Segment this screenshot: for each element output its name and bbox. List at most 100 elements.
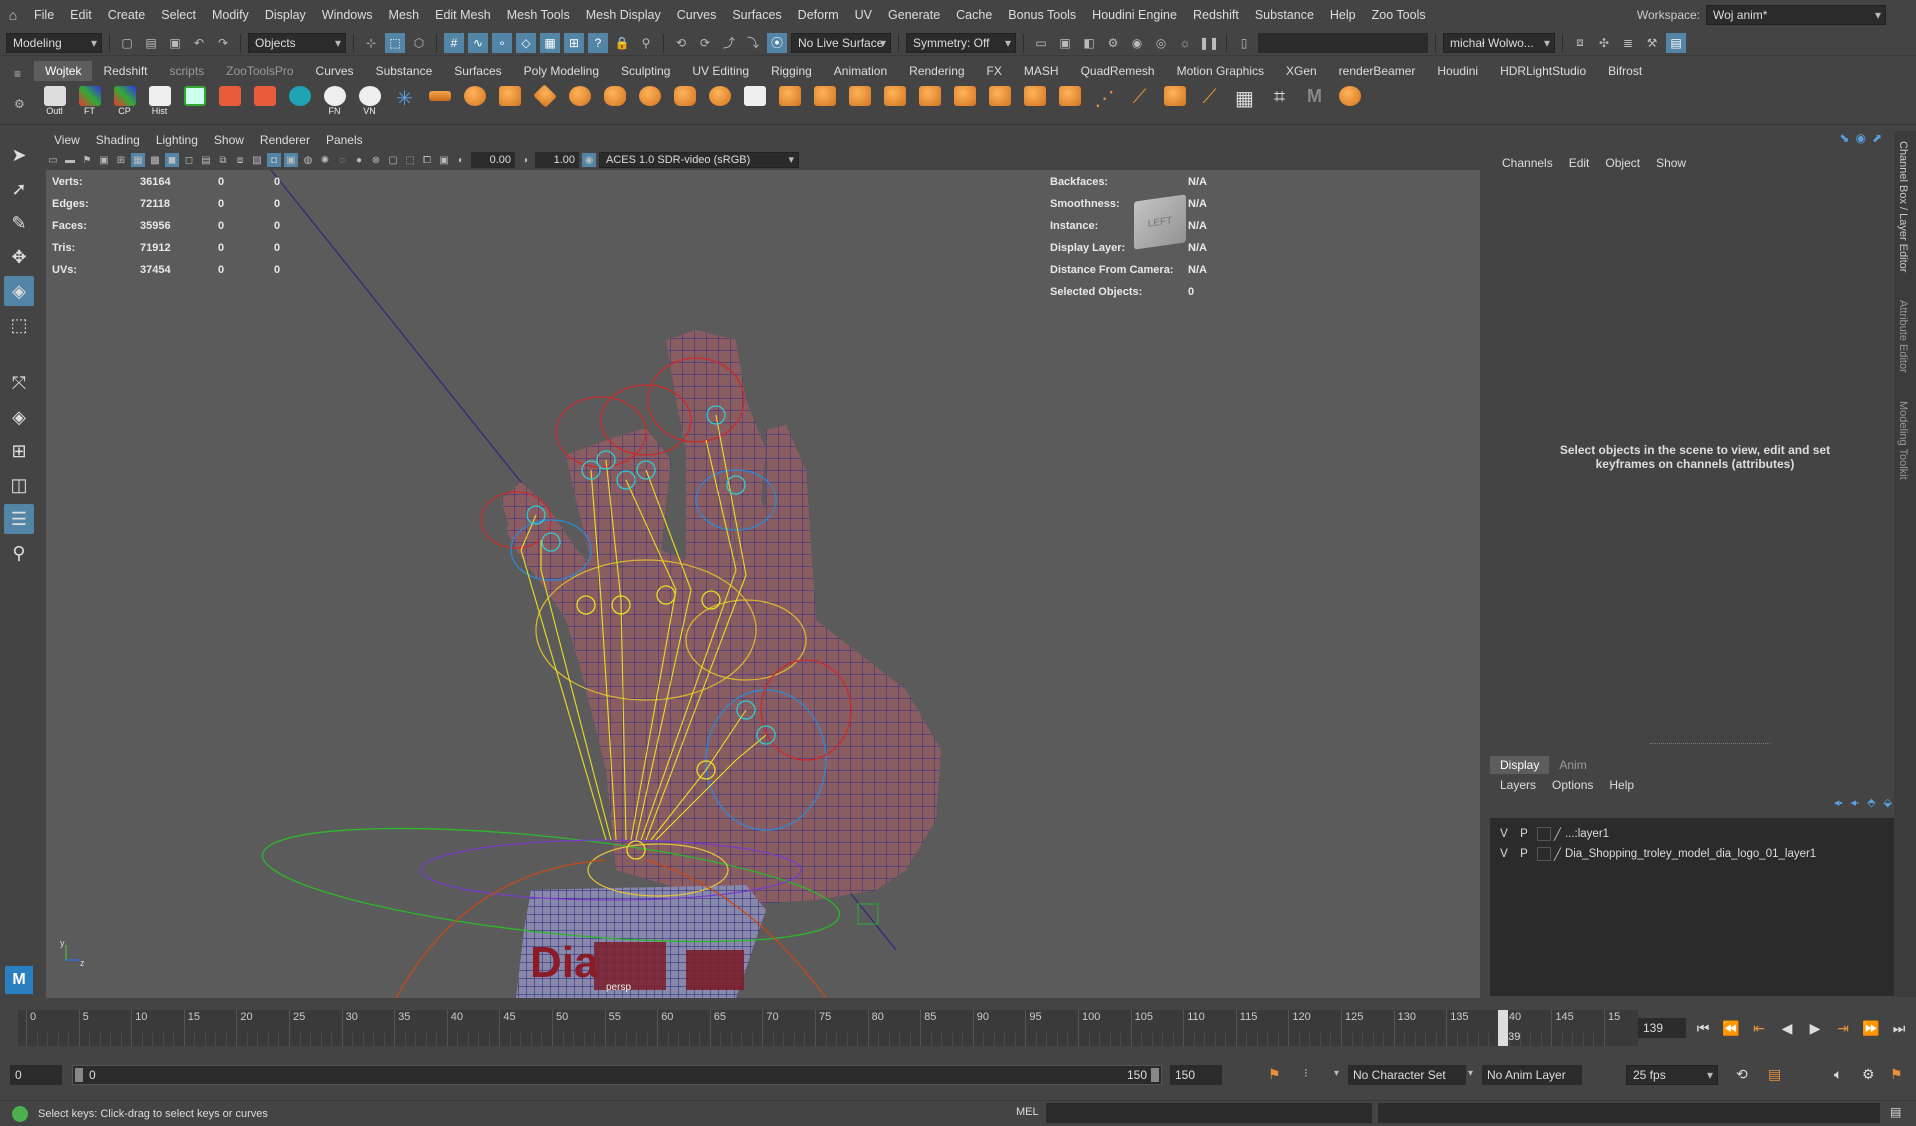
shelf-star-button[interactable]: ✳ — [390, 86, 419, 116]
render-settings-icon[interactable]: ⚙ — [1103, 33, 1123, 53]
shelf-bridge-button[interactable] — [1020, 86, 1049, 116]
attribute-panel-icon[interactable]: ≣ — [1618, 33, 1638, 53]
lights-icon[interactable]: ◻ — [182, 153, 196, 167]
single-perspective-icon[interactable]: ◈ — [4, 402, 34, 432]
sound-icon[interactable]: 🔈︎ — [1834, 1066, 1842, 1083]
snap-settings-icon[interactable]: ⚲ — [636, 33, 656, 53]
menu-houdini-engine[interactable]: Houdini Engine — [1084, 0, 1185, 30]
shelf-tab-rendering[interactable]: Rendering — [898, 61, 975, 81]
shelf-tab-sculpting[interactable]: Sculpting — [610, 61, 681, 81]
shelf-menu-icon[interactable]: ≡ — [14, 67, 21, 81]
fps-dropdown[interactable]: 25 fps — [1626, 1065, 1718, 1085]
transform-panel-icon[interactable]: ✣ — [1594, 33, 1614, 53]
ao-icon[interactable]: ◍ — [301, 153, 315, 167]
shelf-outliner-button[interactable]: Outl — [40, 86, 69, 116]
move-tool-icon[interactable]: ✥ — [4, 242, 34, 272]
snap-help-icon[interactable]: ? — [588, 32, 608, 53]
playback-options-icon[interactable]: ⚑ — [1890, 1066, 1903, 1083]
live-surface-field[interactable]: No Live Surface — [791, 32, 891, 53]
shelf-mirror-button[interactable] — [1055, 86, 1084, 116]
new-scene-icon[interactable]: ▢ — [117, 33, 137, 53]
make-live-icon[interactable]: ⦿ — [767, 32, 787, 53]
layer-menu-options[interactable]: Options — [1544, 774, 1601, 796]
layer-name[interactable]: ...:layer1 — [1565, 828, 1609, 840]
menu-windows[interactable]: Windows — [314, 0, 381, 30]
redo-icon[interactable]: ↷ — [213, 33, 233, 53]
shelf-settings-icon[interactable]: ⚙ — [14, 97, 25, 111]
menu-select[interactable]: Select — [153, 0, 204, 30]
safe-action-icon[interactable]: ▣ — [437, 153, 451, 167]
next-key-icon[interactable]: ⇥ — [1832, 1020, 1854, 1037]
shelf-diamond-button[interactable] — [530, 84, 559, 116]
menu-modify[interactable]: Modify — [204, 0, 257, 30]
menu-generate[interactable]: Generate — [880, 0, 948, 30]
auto-key-icon[interactable]: ⚑ — [1268, 1066, 1281, 1083]
xray-joints-icon[interactable]: ▧ — [250, 153, 264, 167]
shelf-tab-hdrlightstudio[interactable]: HDRLightStudio — [1489, 61, 1597, 81]
gamma-field[interactable]: 1.00 — [535, 152, 579, 168]
menu-mesh-display[interactable]: Mesh Display — [578, 0, 669, 30]
menu-surfaces[interactable]: Surfaces — [724, 0, 789, 30]
dof-icon[interactable]: ◌ — [335, 153, 349, 167]
tab-anim[interactable]: Anim — [1549, 756, 1596, 774]
layer-color-swatch[interactable] — [1537, 847, 1551, 861]
shelf-torus-button[interactable] — [565, 86, 594, 116]
anim-prefs-icon[interactable]: ⚙ — [1862, 1066, 1875, 1083]
layer-name[interactable]: Dia_Shopping_troley_model_dia_logo_01_la… — [1565, 848, 1816, 860]
exposure-field[interactable]: 0.00 — [471, 152, 515, 168]
tool-settings-icon[interactable]: ⚒ — [1642, 33, 1662, 53]
snap-vertex-icon[interactable]: ⊞ — [564, 32, 584, 53]
shelf-poly-cube-button[interactable] — [495, 86, 524, 116]
field-chart-icon[interactable]: ⧠ — [420, 153, 434, 167]
shelf-substance-button[interactable] — [1335, 86, 1364, 116]
shelf-tab-uv-editing[interactable]: UV Editing — [681, 61, 760, 81]
menu-display[interactable]: Display — [257, 0, 314, 30]
shelf-history-button[interactable]: Hist — [145, 86, 174, 116]
shadows-icon[interactable]: ▤ — [199, 153, 213, 167]
shelf-tab-animation[interactable]: Animation — [823, 61, 898, 81]
shelf-layers-button[interactable] — [740, 86, 769, 116]
menu-zoo-tools[interactable]: Zoo Tools — [1364, 0, 1434, 30]
shelf-tab-houdini[interactable]: Houdini — [1426, 61, 1489, 81]
loop-icon[interactable]: ⟲ — [1736, 1066, 1748, 1083]
snap-grid-icon[interactable]: # — [444, 32, 464, 53]
layer-visibility-toggle[interactable]: V — [1494, 848, 1514, 860]
last-tool-icon[interactable]: ⤧ — [4, 368, 34, 398]
construction-history-icon[interactable]: ⟲ — [671, 33, 691, 53]
smooth-shade-icon[interactable]: ▩ — [148, 153, 162, 167]
output-ops-icon[interactable]: ⤴ — [719, 33, 739, 53]
layer-row[interactable]: V P ╱ ...:layer1 — [1490, 824, 1894, 844]
pause-icon[interactable]: ❚❚ — [1199, 33, 1219, 53]
step-back-icon[interactable]: ⏪ — [1720, 1020, 1742, 1037]
color-space-dropdown[interactable]: ACES 1.0 SDR-video (sRGB) — [599, 152, 799, 168]
shelf-render-button[interactable] — [215, 86, 244, 116]
play-forwards-icon[interactable]: ▶ — [1804, 1020, 1826, 1037]
shelf-knife-button[interactable]: ⟋ — [1125, 86, 1154, 116]
shelf-tab-surfaces[interactable]: Surfaces — [443, 61, 512, 81]
shelf-tab-zootoolspro[interactable]: ZooToolsPro — [215, 61, 304, 81]
home-icon[interactable]: ⌂ — [0, 0, 26, 30]
shelf-plane-button[interactable] — [425, 86, 454, 116]
layer-menu-layers[interactable]: Layers — [1492, 774, 1544, 796]
workspace-dropdown[interactable]: Woj anim* — [1706, 5, 1886, 25]
viewport-persp[interactable]: Dia y z Verts: 36164 0 0 Edges: 72118 0 … — [46, 170, 1480, 998]
scale-tool-icon[interactable]: ⬚ — [4, 310, 34, 340]
snap-curve-icon[interactable]: ∿ — [468, 32, 488, 53]
command-search-field[interactable] — [1258, 32, 1428, 53]
range-start-handle[interactable] — [75, 1068, 83, 1082]
light-editor-icon[interactable]: ☼ — [1175, 33, 1195, 53]
command-language-label[interactable]: MEL — [1016, 1106, 1039, 1118]
time-slider[interactable]: 0 5 10 15 20 25 30 35 40 45 50 55 60 65 70 75 80 85 90 95 10… — [0, 1010, 1660, 1046]
channel-box-menu-object[interactable]: Object — [1597, 152, 1648, 174]
play-backwards-icon[interactable]: ◀ — [1776, 1020, 1798, 1037]
select-hierarchy-icon[interactable]: ⊹ — [361, 33, 381, 53]
camera-select-icon[interactable]: ▭ — [46, 153, 60, 167]
shelf-mash-button[interactable]: M — [1300, 86, 1329, 116]
panel-splitter[interactable] — [1650, 743, 1770, 744]
shelf-cylinder-button[interactable] — [670, 86, 699, 116]
menu-create[interactable]: Create — [100, 0, 154, 30]
gamma-icon[interactable]: ◑ — [518, 153, 532, 167]
save-scene-icon[interactable]: ▣ — [165, 33, 185, 53]
channel-box-menu-channels[interactable]: Channels — [1494, 152, 1561, 174]
layer-color-swatch[interactable] — [1537, 827, 1551, 841]
